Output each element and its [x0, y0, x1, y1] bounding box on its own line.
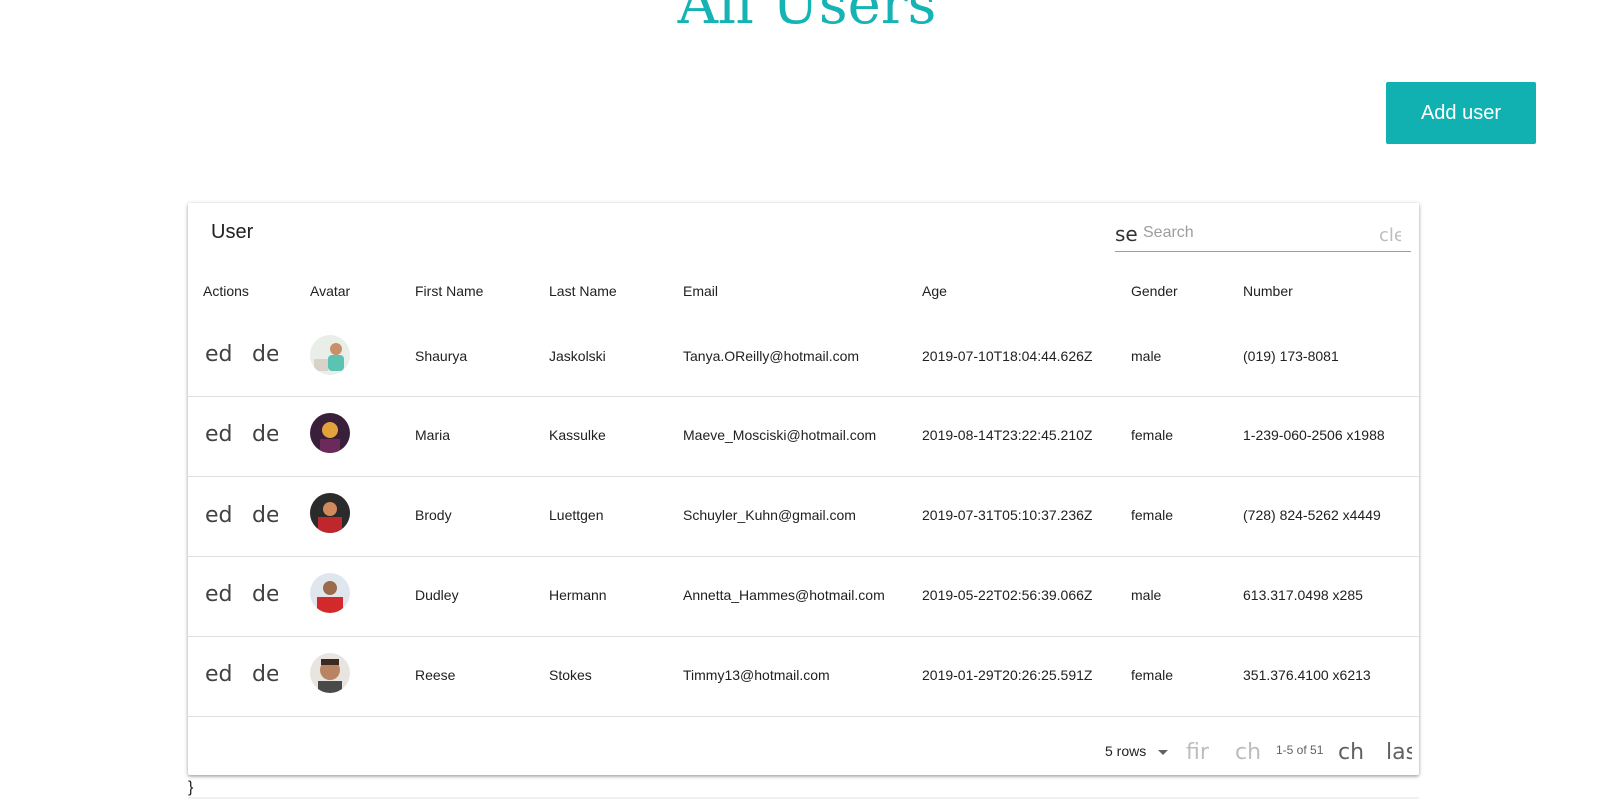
- first-name-cell: Reese: [415, 667, 456, 683]
- number-cell: (728) 824-5262 x4449: [1243, 507, 1381, 523]
- column-header-actions: Actions: [203, 283, 249, 299]
- table-title: User: [211, 221, 254, 243]
- column-header-first-name[interactable]: First Name: [415, 283, 483, 299]
- email-cell: Annetta_Hammes@hotmail.com: [683, 587, 885, 603]
- last-name-cell: Luettgen: [549, 507, 604, 523]
- delete-icon[interactable]: de: [252, 582, 278, 607]
- last-name-cell: Stokes: [549, 667, 592, 683]
- search-input[interactable]: [1143, 221, 1373, 245]
- avatar: [310, 335, 350, 375]
- avatar: [310, 573, 350, 613]
- table-row: ed de Maria Kassulke Maeve_Mosciski@hotm…: [188, 397, 1419, 477]
- column-header-age[interactable]: Age: [922, 283, 947, 299]
- email-cell: Schuyler_Kuhn@gmail.com: [683, 507, 856, 523]
- pagination-info: 1-5 of 51: [1276, 743, 1324, 757]
- trailing-text: }: [188, 779, 194, 796]
- age-cell: 2019-07-31T05:10:37.236Z: [922, 507, 1093, 523]
- avatar: [310, 653, 350, 693]
- table-header: Actions Avatar First Name Last Name Emai…: [188, 265, 1419, 317]
- search-field: se cle: [1115, 217, 1411, 252]
- avatar: [310, 413, 350, 453]
- last-name-cell: Kassulke: [549, 427, 606, 443]
- gender-cell: female: [1131, 507, 1174, 523]
- edit-icon[interactable]: ed: [205, 662, 231, 687]
- gender-cell: male: [1131, 587, 1162, 603]
- table-row: ed de Brody Luettgen Schuyler_Kuhn@gmail…: [188, 477, 1419, 557]
- number-cell: (019) 173-8081: [1243, 348, 1339, 364]
- delete-icon[interactable]: de: [252, 503, 278, 528]
- avatar: [310, 493, 350, 533]
- chevron-down-icon: [1158, 749, 1169, 755]
- edit-icon[interactable]: ed: [205, 342, 231, 367]
- clear-icon[interactable]: cle: [1379, 225, 1401, 246]
- age-cell: 2019-07-10T18:04:44.626Z: [922, 348, 1093, 364]
- rows-per-page-select[interactable]: 5 rows: [1105, 743, 1169, 759]
- edit-icon[interactable]: ed: [205, 582, 231, 607]
- column-header-gender[interactable]: Gender: [1131, 283, 1178, 299]
- number-cell: 351.376.4100 x6213: [1243, 667, 1371, 683]
- email-cell: Maeve_Mosciski@hotmail.com: [683, 427, 877, 443]
- age-cell: 2019-05-22T02:56:39.066Z: [922, 587, 1093, 603]
- last-page-icon[interactable]: las: [1386, 740, 1412, 765]
- users-table-card: User se cle Actions Avatar First Name La…: [188, 203, 1419, 775]
- column-header-avatar[interactable]: Avatar: [310, 283, 350, 299]
- rows-per-page-value: 5 rows: [1105, 743, 1147, 759]
- column-header-last-name[interactable]: Last Name: [549, 283, 617, 299]
- previous-page-icon[interactable]: ch: [1235, 740, 1261, 765]
- table-row: ed de Reese Stokes Timmy13@hotmail.com 2…: [188, 637, 1419, 717]
- number-cell: 613.317.0498 x285: [1243, 587, 1363, 603]
- first-name-cell: Maria: [415, 427, 451, 443]
- next-page-icon[interactable]: ch: [1338, 740, 1364, 765]
- email-cell: Timmy13@hotmail.com: [683, 667, 830, 683]
- table-row: ed de Dudley Hermann Annetta_Hammes@hotm…: [188, 557, 1419, 637]
- table-pagination: 5 rows fir ch 1-5 of 51 ch las: [188, 726, 1419, 775]
- delete-icon[interactable]: de: [252, 662, 278, 687]
- gender-cell: female: [1131, 427, 1174, 443]
- edit-icon[interactable]: ed: [205, 503, 231, 528]
- first-name-cell: Dudley: [415, 587, 459, 603]
- edit-icon[interactable]: ed: [205, 422, 231, 447]
- column-header-email[interactable]: Email: [683, 283, 718, 299]
- email-cell: Tanya.OReilly@hotmail.com: [683, 348, 860, 364]
- age-cell: 2019-08-14T23:22:45.210Z: [922, 427, 1093, 443]
- last-name-cell: Hermann: [549, 587, 607, 603]
- delete-icon[interactable]: de: [252, 342, 278, 367]
- search-icon: se: [1115, 222, 1138, 246]
- delete-icon[interactable]: de: [252, 422, 278, 447]
- first-name-cell: Shaurya: [415, 348, 468, 364]
- add-user-button[interactable]: Add user: [1386, 82, 1536, 144]
- age-cell: 2019-01-29T20:26:25.591Z: [922, 667, 1093, 683]
- last-name-cell: Jaskolski: [549, 348, 606, 364]
- gender-cell: male: [1131, 348, 1162, 364]
- table-row: ed de Shaurya Jaskolski Tanya.OReilly@ho…: [188, 317, 1419, 397]
- first-page-icon[interactable]: fir: [1186, 740, 1212, 765]
- column-header-number[interactable]: Number: [1243, 283, 1293, 299]
- first-name-cell: Brody: [415, 507, 452, 523]
- page-title: All Users: [677, 0, 937, 37]
- number-cell: 1-239-060-2506 x1988: [1243, 427, 1385, 443]
- gender-cell: female: [1131, 667, 1174, 683]
